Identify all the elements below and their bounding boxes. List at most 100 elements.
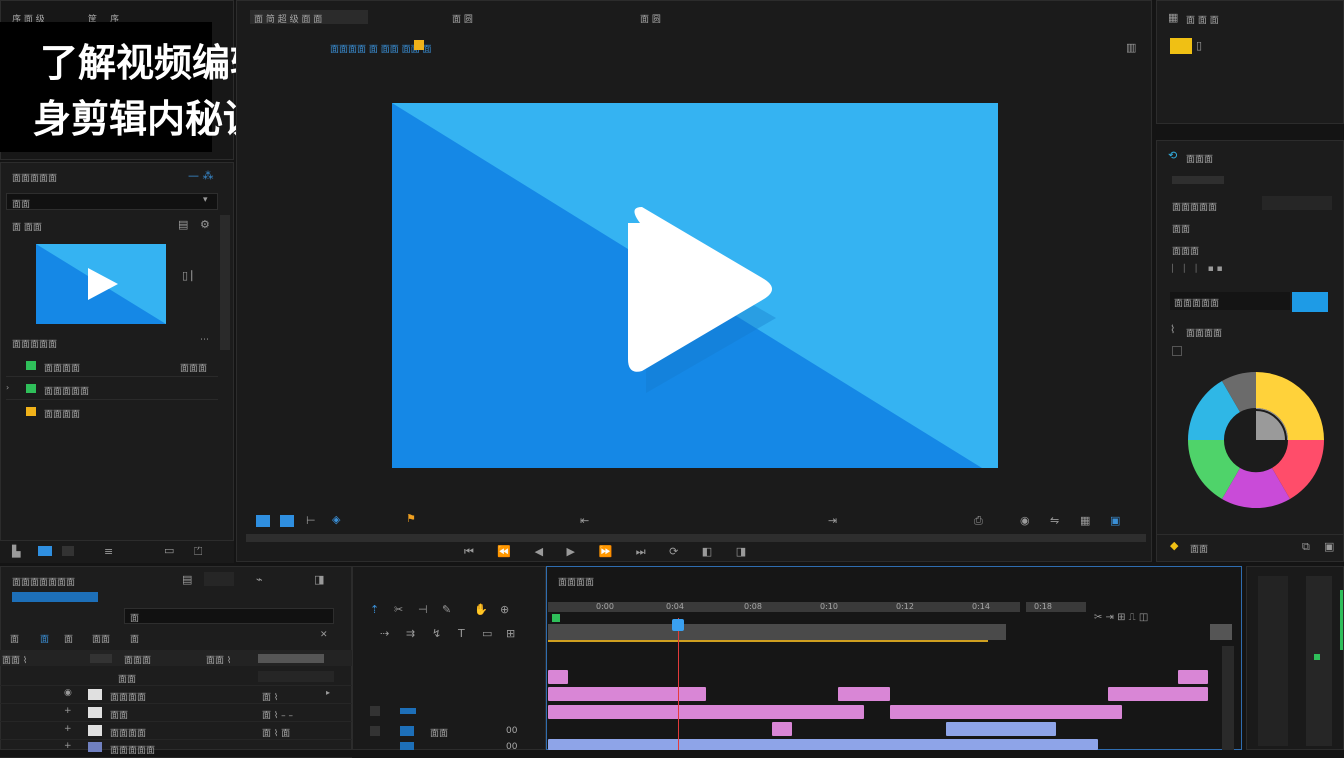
layout-icon[interactable]: ⧉ bbox=[1302, 541, 1310, 552]
vertical-scrollbar[interactable] bbox=[1222, 646, 1234, 750]
clip[interactable] bbox=[890, 705, 1122, 719]
accent-color-swatch[interactable] bbox=[1292, 292, 1328, 312]
clip-thumbnail[interactable] bbox=[36, 244, 166, 324]
step-forward-icon[interactable]: ⇥ bbox=[828, 515, 837, 526]
tool-chip[interactable] bbox=[400, 708, 416, 714]
tool-chip[interactable] bbox=[400, 742, 414, 750]
clip[interactable] bbox=[548, 687, 706, 701]
right-top-tool-icon[interactable]: ▯ bbox=[1196, 40, 1202, 51]
snap-icon[interactable]: ◨ bbox=[314, 574, 324, 585]
list-item[interactable]: › 面面面面面 bbox=[6, 379, 218, 400]
lock-icon[interactable]: ▤ bbox=[182, 574, 192, 585]
lock-toggle-icon[interactable]: + bbox=[64, 707, 72, 716]
clip[interactable] bbox=[548, 739, 1098, 750]
camera-icon[interactable]: ◉ bbox=[1020, 515, 1030, 526]
timeline-tab[interactable]: 面 bbox=[130, 632, 139, 645]
flag-icon[interactable]: ⚑ bbox=[406, 513, 416, 524]
overlay-icon[interactable]: ▦ bbox=[1080, 515, 1090, 526]
timeline-tab[interactable]: 面 bbox=[10, 632, 19, 645]
expand-arrow-icon[interactable]: › bbox=[6, 384, 9, 392]
more-icon[interactable]: ⋯ bbox=[200, 336, 209, 345]
track-toggle[interactable] bbox=[88, 725, 102, 736]
track-row[interactable]: + 面面面面 面 ⌇ 面 bbox=[0, 722, 352, 740]
panel-menu-icon[interactable]: — ⁂ bbox=[188, 170, 214, 181]
list-item[interactable]: 面面面面 bbox=[6, 402, 218, 422]
timeline-search[interactable] bbox=[124, 608, 334, 624]
icon-view-button[interactable] bbox=[38, 546, 52, 556]
clip[interactable] bbox=[548, 705, 864, 719]
list-view-button[interactable] bbox=[62, 546, 74, 556]
effect-field[interactable] bbox=[1262, 196, 1332, 210]
razor-icon[interactable]: ✂ bbox=[394, 604, 403, 615]
clip[interactable] bbox=[772, 722, 792, 736]
clip[interactable] bbox=[1108, 687, 1208, 701]
select-icon[interactable]: ⇢ bbox=[380, 628, 389, 639]
project-dropdown[interactable] bbox=[6, 193, 218, 210]
clip[interactable] bbox=[946, 722, 1056, 736]
zoom-slider-icon[interactable]: ≡ bbox=[104, 546, 113, 557]
track-row[interactable]: 面面 bbox=[0, 668, 352, 686]
track-field[interactable] bbox=[204, 572, 234, 586]
track-select-icon[interactable]: ⇉ bbox=[406, 628, 415, 639]
list-item[interactable]: 面面面面 面面面 bbox=[6, 356, 218, 377]
tool-chip[interactable] bbox=[370, 706, 380, 716]
close-icon[interactable]: ✕ bbox=[320, 631, 328, 640]
timeline-tab[interactable]: 面面 bbox=[92, 632, 110, 645]
panel-grid-icon[interactable]: ▦ bbox=[1168, 12, 1178, 23]
lock-toggle-icon[interactable]: + bbox=[64, 725, 72, 734]
mark-in-button[interactable] bbox=[256, 515, 270, 527]
track-toggle[interactable] bbox=[88, 707, 102, 718]
work-area-bar[interactable] bbox=[548, 624, 1006, 640]
expand-icon[interactable]: ▣ bbox=[1324, 541, 1334, 552]
playhead-handle[interactable] bbox=[672, 619, 684, 631]
track-row[interactable]: + 面面面面面 bbox=[0, 740, 352, 758]
track-toggle[interactable] bbox=[88, 689, 102, 700]
track-arrow-icon[interactable]: ▸ bbox=[326, 689, 330, 697]
mark-out-button[interactable] bbox=[280, 515, 294, 527]
transport-buttons[interactable]: ⏮ ⏪ ◀ ▶ ⏩ ⏭ ⟳ ◧ ◨ bbox=[464, 546, 756, 557]
timeline-tab[interactable]: 面 bbox=[40, 632, 49, 645]
effect-param-row[interactable]: 面面面面面 bbox=[1170, 292, 1290, 310]
misc-icon[interactable]: ⊞ bbox=[506, 628, 515, 639]
link-icon[interactable]: ⌁ bbox=[256, 574, 263, 585]
right-top-swatch[interactable] bbox=[1170, 38, 1192, 54]
eye-icon[interactable]: ◉ bbox=[64, 689, 72, 698]
right-bar-block[interactable] bbox=[1210, 624, 1232, 640]
settings-icon[interactable]: ⚙ bbox=[200, 219, 210, 230]
monitor-settings-icon[interactable]: ▥ bbox=[1126, 42, 1136, 53]
marker-icon[interactable]: ◈ bbox=[332, 514, 340, 525]
rate-icon[interactable]: ↯ bbox=[432, 628, 441, 639]
timeline-tab[interactable]: 面 bbox=[64, 632, 73, 645]
track-toggle[interactable] bbox=[88, 742, 102, 752]
track-row[interactable]: ◉ 面面面面 面 ⌇ ▸ bbox=[0, 686, 352, 704]
playhead-line[interactable] bbox=[678, 618, 679, 750]
go-to-in-icon[interactable]: ⊢ bbox=[306, 515, 316, 526]
monitor-tab-program[interactable]: 面 圆 bbox=[452, 12, 473, 25]
tool-chip[interactable] bbox=[400, 726, 414, 736]
type-icon[interactable]: T bbox=[458, 628, 465, 639]
shape-icon[interactable]: ▭ bbox=[482, 628, 492, 639]
ruler-tools-icon[interactable]: ✂ ⇥ ⊞ ⎍ ◫ bbox=[1094, 613, 1148, 623]
video-preview[interactable] bbox=[392, 103, 998, 468]
scrollbar[interactable] bbox=[220, 215, 230, 350]
compare-icon[interactable]: ⇋ bbox=[1050, 515, 1059, 526]
sequence-name[interactable] bbox=[12, 592, 98, 602]
effect-slider-row[interactable]: ⎸ ⎸ ⎸ ▪ ▪ bbox=[1172, 264, 1336, 278]
monitor-tab-effects[interactable]: 面 圆 bbox=[640, 12, 661, 25]
trash-icon[interactable]: ⏍ bbox=[194, 546, 202, 557]
zoom-icon[interactable]: ⊕ bbox=[500, 604, 509, 615]
in-marker[interactable] bbox=[552, 614, 560, 622]
scrub-bar[interactable] bbox=[246, 534, 1146, 542]
track-field[interactable] bbox=[258, 671, 334, 682]
list-view-icon[interactable]: ▤ bbox=[178, 219, 188, 230]
step-back-icon[interactable]: ⇤ bbox=[580, 515, 589, 526]
fullscreen-icon[interactable]: ▣ bbox=[1110, 515, 1120, 526]
color-tool-icon[interactable]: ⌇ bbox=[1170, 324, 1175, 335]
new-item-icon[interactable]: ▭ bbox=[164, 545, 174, 556]
clip[interactable] bbox=[838, 687, 890, 701]
slip-icon[interactable]: ⊣ bbox=[418, 604, 428, 615]
ripple-icon[interactable]: ⇡ bbox=[370, 604, 379, 615]
color-checkbox[interactable] bbox=[1172, 346, 1182, 356]
clip[interactable] bbox=[1178, 670, 1208, 684]
new-bin-icon[interactable]: ▙ bbox=[12, 546, 20, 557]
